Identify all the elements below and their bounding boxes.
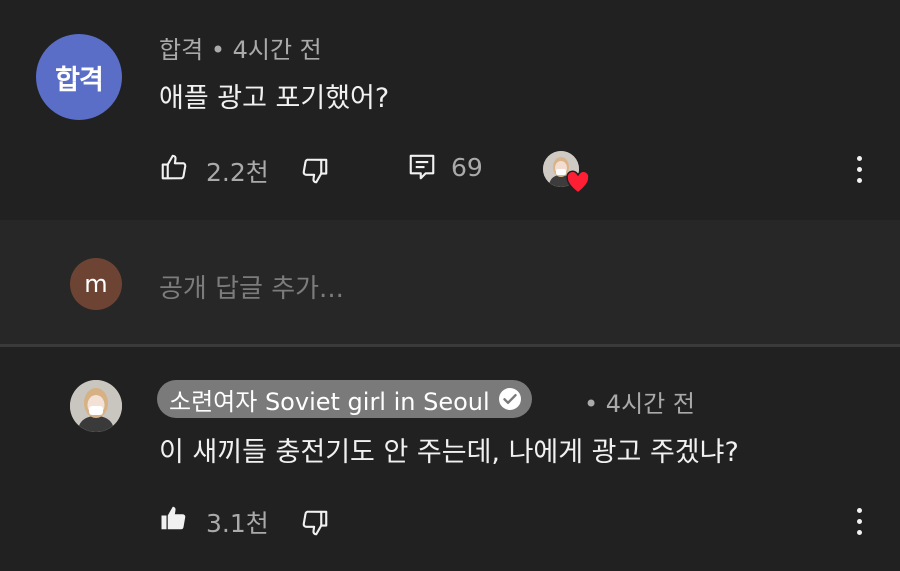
- thumbs-up-icon[interactable]: [159, 152, 189, 182]
- avatar[interactable]: [70, 380, 122, 432]
- meta-separator: •: [584, 390, 599, 418]
- reply-icon[interactable]: [407, 152, 437, 182]
- heart-icon: [566, 170, 590, 194]
- meta-separator: •: [210, 36, 225, 64]
- comment-time[interactable]: 4시간 전: [606, 390, 695, 418]
- like-count: 3.1천: [206, 509, 269, 538]
- avatar-image: [70, 380, 122, 432]
- comment-time[interactable]: 4시간 전: [233, 36, 322, 64]
- author-badge[interactable]: 소련여자 Soviet girl in Seoul: [157, 380, 532, 418]
- verified-icon: [498, 388, 521, 410]
- thumbs-up-icon[interactable]: [159, 503, 189, 533]
- more-vert-icon[interactable]: [857, 508, 863, 541]
- more-vert-icon[interactable]: [857, 156, 863, 189]
- author-name[interactable]: 합격: [159, 36, 203, 64]
- reply-box-section: [0, 220, 900, 344]
- comment-card: [0, 0, 900, 220]
- comment-meta: • 4시간 전: [584, 384, 695, 419]
- reply-count[interactable]: 69: [451, 153, 483, 182]
- comment-text: 애플 광고 포기했어?: [159, 83, 390, 114]
- thumbs-down-icon[interactable]: [300, 508, 330, 538]
- comment-text: 이 새끼들 충전기도 안 주는데, 나에게 광고 주겠냐?: [159, 437, 739, 468]
- like-count: 2.2천: [206, 158, 269, 187]
- user-avatar[interactable]: m: [70, 258, 122, 310]
- avatar[interactable]: 합격: [36, 34, 122, 120]
- comment-meta: 합격 • 4시간 전: [159, 30, 322, 65]
- thumbs-down-icon[interactable]: [300, 156, 330, 186]
- author-name: 소련여자 Soviet girl in Seoul: [169, 387, 490, 416]
- reply-input[interactable]: 공개 답글 추가...: [159, 268, 344, 305]
